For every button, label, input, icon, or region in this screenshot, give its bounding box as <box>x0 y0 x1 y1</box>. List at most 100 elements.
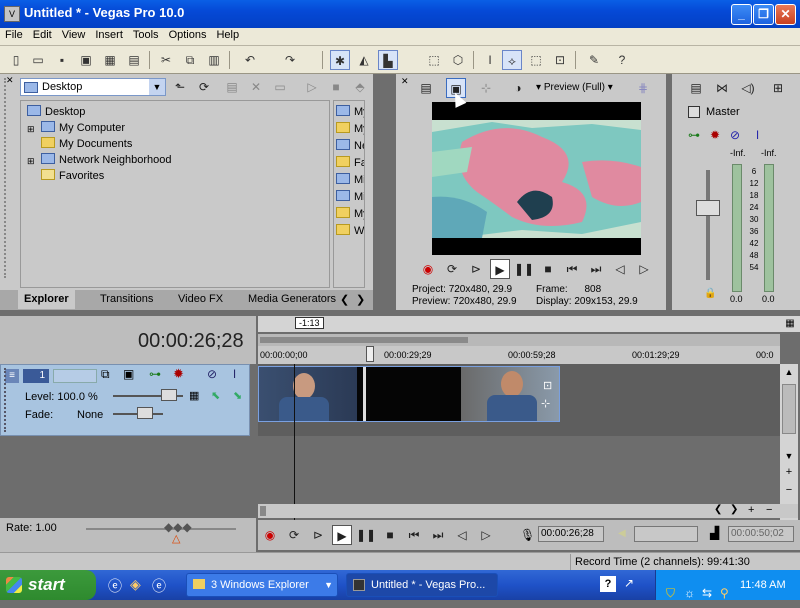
brush-icon[interactable]: ✎ <box>584 50 604 70</box>
tree-item-my-computer[interactable]: My Computer <box>41 120 125 136</box>
remove-icon[interactable]: ✕ <box>246 77 266 97</box>
record-icon[interactable]: ◉ <box>260 525 280 545</box>
menu-tools[interactable]: Tools <box>128 28 164 42</box>
next-frame-icon[interactable]: ▷ <box>476 525 496 545</box>
selection-end-field[interactable]: 00:00:50;02 <box>728 526 794 542</box>
scrollbar-thumb[interactable] <box>260 506 266 516</box>
list-item[interactable]: Ne <box>336 138 364 154</box>
start-button[interactable]: start <box>0 570 96 600</box>
copy-icon[interactable]: ⧉ <box>180 50 200 70</box>
composite-mode-icon[interactable]: ▦ <box>189 389 199 402</box>
menu-help[interactable]: Help <box>211 28 244 42</box>
rate-reset-icon[interactable]: △ <box>172 532 180 545</box>
dim-output-icon[interactable]: ◁) <box>738 78 758 98</box>
previous-frame-icon[interactable]: ◁ <box>452 525 472 545</box>
list-item[interactable]: My <box>336 121 364 137</box>
level-slider-thumb[interactable] <box>161 389 177 401</box>
mute-icon[interactable]: ⊘ <box>730 128 740 142</box>
bypass-icon[interactable]: ⊶ <box>149 367 161 381</box>
play-from-start-icon[interactable]: ⊳ <box>466 259 486 279</box>
tab-transitions[interactable]: Transitions <box>94 290 159 309</box>
list-item[interactable]: My <box>336 104 364 120</box>
play-from-start-icon[interactable]: ⊳ <box>308 525 328 545</box>
pause-icon[interactable]: ❚❚ <box>356 525 376 545</box>
next-frame-icon[interactable]: ▷ <box>634 259 654 279</box>
list-item[interactable]: Mi <box>336 189 364 205</box>
tab-video-fx[interactable]: Video FX <box>172 290 229 309</box>
previous-frame-icon[interactable]: ◁ <box>610 259 630 279</box>
horizontal-scrollbar[interactable]: ❮ ❯ + − <box>258 504 798 518</box>
chevron-down-icon[interactable]: ▼ <box>149 79 165 95</box>
help-icon[interactable]: ? <box>600 576 616 592</box>
taskbar-arrow-icon[interactable]: ↗ <box>624 576 634 590</box>
zoom-in-icon[interactable]: + <box>748 504 754 516</box>
up-folder-icon[interactable]: ⬑ <box>170 77 190 97</box>
tab-explorer[interactable]: Explorer <box>18 290 75 309</box>
undo-icon[interactable]: ↶ <box>240 50 260 70</box>
timecode-display[interactable]: 00:00:26;28 <box>138 330 244 353</box>
preview-quality-dropdown[interactable]: ▾ Preview (Full) ▾ <box>536 82 613 93</box>
parent-track-icon[interactable]: ⬉ <box>211 389 220 402</box>
lock-envelopes-icon[interactable]: ◭ <box>354 50 374 70</box>
zoom-out-icon[interactable]: − <box>780 482 798 498</box>
envelope-tool-icon[interactable]: ⟡ <box>502 50 522 70</box>
selection-start-field[interactable] <box>634 526 698 542</box>
close-icon[interactable]: ✕ <box>401 76 409 87</box>
shield-icon[interactable]: ⛉ <box>666 578 675 608</box>
solo-icon[interactable]: ǀ <box>756 128 759 142</box>
zoom-in-icon[interactable]: + <box>780 464 798 480</box>
microphone-icon[interactable]: 🎙 <box>520 528 535 542</box>
event-pan-crop-icon[interactable]: ⬚ <box>424 50 444 70</box>
marker-bar[interactable]: -1:13 <box>258 316 780 332</box>
properties-icon[interactable]: ▣ <box>76 50 96 70</box>
zoom-out-icon[interactable]: − <box>766 504 772 516</box>
timeline-menu-icon[interactable]: ▦ <box>780 316 800 332</box>
tree-item-network-neighborhood[interactable]: Network Neighborhood <box>41 152 172 168</box>
scroll-right-icon[interactable]: ❯ <box>730 504 738 515</box>
play-icon[interactable]: ▶ <box>490 259 510 279</box>
fader-lock-icon[interactable]: 🔒 <box>704 288 716 299</box>
stop-icon[interactable]: ■ <box>538 259 558 279</box>
go-to-end-icon[interactable]: ⏭ <box>586 259 606 279</box>
event-fx-icon[interactable]: ⊹ <box>541 397 550 410</box>
refresh-icon[interactable]: ⟳ <box>194 77 214 97</box>
loop-icon[interactable]: ⟳ <box>284 525 304 545</box>
network-tray-icon[interactable]: ☼ <box>684 578 695 608</box>
media-player-icon[interactable]: ◈ <box>130 576 141 593</box>
search-icon[interactable]: ⚲ <box>720 578 729 608</box>
menu-options[interactable]: Options <box>164 28 212 42</box>
capture-icon[interactable]: ▤ <box>124 50 144 70</box>
overlays-icon[interactable]: ⋕ <box>638 81 648 95</box>
list-item[interactable]: My <box>336 206 364 222</box>
tree-item-my-documents[interactable]: My Documents <box>41 136 132 152</box>
track-menu-icon[interactable]: ≡ <box>5 369 19 383</box>
menu-insert[interactable]: Insert <box>90 28 128 42</box>
play-icon[interactable]: ▷ <box>302 77 322 97</box>
scroll-left-icon[interactable]: ❮ <box>714 504 722 515</box>
fade-slider-thumb[interactable] <box>137 407 153 419</box>
auto-ripple-icon[interactable]: ✱ <box>330 50 350 70</box>
pause-icon[interactable]: ❚❚ <box>514 259 534 279</box>
scroll-down-icon[interactable]: ▼ <box>780 448 798 464</box>
cursor-position-field[interactable]: 00:00:26;28 <box>538 526 604 542</box>
minimize-button[interactable]: _ <box>731 4 752 25</box>
new-folder-icon[interactable]: ▭ <box>270 77 290 97</box>
event-pan-crop-icon[interactable]: ⊡ <box>543 379 552 392</box>
child-track-icon[interactable]: ⬊ <box>233 389 242 402</box>
menu-view[interactable]: View <box>57 28 91 42</box>
mixer-options-icon[interactable]: ⊞ <box>768 78 788 98</box>
time-ruler[interactable]: 00:00:00;00 00:00:29;29 00:00:59;28 00:0… <box>258 346 780 364</box>
loop-icon[interactable]: ⟳ <box>442 259 462 279</box>
fx-gear-icon[interactable]: ✹ <box>710 128 720 142</box>
track-fx-icon[interactable]: ▣ <box>123 367 134 381</box>
track-gear-icon[interactable]: ✹ <box>173 366 184 382</box>
loop-region-bar[interactable] <box>258 334 780 346</box>
split-screen-icon[interactable]: ◑ <box>508 78 528 98</box>
video-fx-icon[interactable]: ⊹ <box>476 78 496 98</box>
go-to-start-icon[interactable]: ⏮ <box>404 525 424 545</box>
stop-icon[interactable]: ■ <box>326 77 346 97</box>
expand-icon[interactable]: ⊞ <box>27 124 35 135</box>
browser-icon[interactable]: ⓔ <box>152 576 166 596</box>
render-icon[interactable]: ▦ <box>100 50 120 70</box>
chevron-right-icon[interactable]: ❯ <box>356 293 365 306</box>
